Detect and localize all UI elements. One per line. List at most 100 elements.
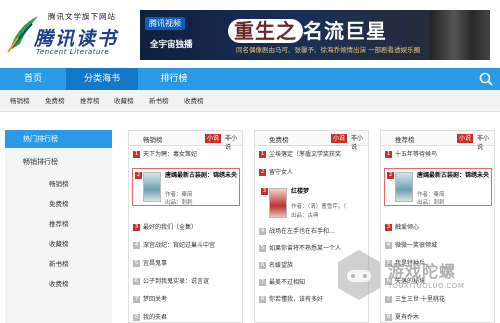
list-item[interactable]: 6 公子到我鬼实录：说言谊 [129,276,242,288]
rank-badge: 2 [387,172,394,179]
banner-cast-photo [430,10,490,60]
featured-author: 作者：秦简 [417,192,445,198]
logo-title: 腾讯读书 [34,28,119,50]
column-title: 推荐榜 [395,136,415,144]
list-item[interactable]: 1 十五年等待候鸟 [381,149,494,161]
sidebar-item-paid[interactable]: 收费榜 [49,278,69,288]
sidebar-item-free[interactable]: 免费榜 [49,198,69,208]
book-title: 我的夫君 [143,314,168,321]
rank-badge: 3 [261,188,268,195]
ranking-sidebar: 热门排行榜 畅销排行榜 畅销榜 免费榜 推荐榜 收藏榜 新书榜 收费榜 [5,130,112,323]
featured-book[interactable]: 2 唐嫣最新古装剧：锦绣未央 作者：秦简 出品：刺刺 [132,168,240,206]
featured-title: 唐嫣最新古装剧：锦绣未央 [165,172,238,179]
list-item[interactable]: 2 留守女人 [255,167,368,179]
list-item[interactable]: 5 宜昌鬼事 [129,258,242,270]
column-title: 畅销榜 [143,136,163,144]
tab-fiction[interactable]: 小说 [331,134,348,143]
featured-extra: 出品：刺刺 [417,200,445,206]
column-header: 免费榜 小说 非小说 [255,131,368,151]
rank-badge: 3 [133,224,140,231]
featured-author: 作者：（清）曹雪芹，（ [291,204,347,210]
subnav-new[interactable]: 新书榜 [149,90,169,112]
tab-nonfiction[interactable]: 非小说 [223,134,242,151]
book-title: 天下为聘：毒女策妃 [143,151,198,158]
nav-rankings[interactable]: 排行榜 [138,68,210,90]
featured-title: 唐嫣最新古装剧：锦绣未央 [417,172,490,179]
subnav-recommend[interactable]: 推荐榜 [80,90,100,112]
rank-badge: 4 [133,242,140,249]
sidebar-item-favorites[interactable]: 收藏榜 [49,238,69,248]
book-title: 梦回关考 [143,296,168,303]
rank-badge: 8 [259,296,266,303]
list-item[interactable]: 3 触爱倾心 [381,222,494,234]
book-title: 留守女人 [269,169,294,176]
rank-badge: 2 [135,172,142,179]
subnav-bestseller[interactable]: 畅销榜 [10,90,30,112]
ad-banner[interactable]: 腾讯视频 全宇宙独播 重生之 名流巨星 同名偶像剧由马可、张馨予、徐海乔倾情出演 … [140,10,490,60]
subnav-free[interactable]: 免费榜 [45,90,65,112]
list-item[interactable]: 7 梦回关考 [129,294,242,306]
book-title: 触爱倾心 [395,224,420,231]
featured-extra: 出品：刺刺 [165,200,193,206]
rank-badge: 4 [259,228,266,235]
rank-badge: 7 [133,296,140,303]
ranking-column-bestseller: 畅销榜 小说 非小说 1 天下为聘：毒女策妃 2 唐嫣最新古装剧：锦绣未央 作者：… [128,130,243,323]
book-title: 深宫战纪：官妃过巢斗中宫 [143,242,216,249]
tab-nonfiction[interactable]: 非小说 [349,134,368,151]
subnav-favorites[interactable]: 收藏榜 [114,90,134,112]
book-cover [269,188,287,218]
site-watermark: 游戏陀螺 YOUXITUOLUO.COM [330,240,500,320]
rank-badge: 6 [259,262,266,269]
column-title: 免费榜 [269,136,289,144]
book-cover [143,172,161,202]
book-title: 十五年等待候鸟 [395,151,438,158]
banner-brand: 腾讯视频 [145,17,185,30]
rank-badge: 5 [259,245,266,252]
site-logo[interactable]: 腾讯文学旗下网站 腾讯读书 Tencent Literature [6,8,136,60]
banner-description: 同名偶像剧由马可、张馨予、徐海乔倾情出演 一部剧看透娱乐圈 [236,46,421,54]
watermark-cn: 游戏陀螺 [388,262,457,281]
book-title: 战场在左手也在右手和… [269,228,336,235]
list-item[interactable]: 4 战场在左手也在右手和… [255,226,368,238]
book-title: 公子到我鬼实录：说言谊 [143,278,210,285]
rank-badge: 5 [133,260,140,267]
sidebar-item-recommend[interactable]: 推荐榜 [49,218,69,228]
banner-title-part-b: 名流巨星 [303,19,387,43]
sidebar-item-new[interactable]: 新书榜 [49,258,69,268]
rank-badge: 3 [385,224,392,231]
tab-fiction[interactable]: 小说 [457,134,474,143]
tab-nonfiction[interactable]: 非小说 [475,134,494,151]
book-title: 尘埃落定（茅盾文学奖获奖 [269,151,342,158]
list-item[interactable]: 4 深宫战纪：官妃过巢斗中宫 [129,240,242,252]
list-item[interactable]: 1 尘埃落定（茅盾文学奖获奖 [255,149,368,161]
rank-badge: 8 [133,314,140,321]
list-item[interactable]: 3 最好的我们（全集） [129,222,242,234]
sidebar-subheading[interactable]: 畅销排行榜 [23,157,58,167]
main-nav: 首页 分类海书 排行榜 [0,68,500,90]
featured-book[interactable]: 3 红楼梦 作者：（清）曹雪芹，（ 出品：古典 [258,184,366,222]
column-header: 推荐榜 小说 非小说 [381,131,494,151]
featured-author: 作者：秦简 [165,192,193,198]
sidebar-item-bestseller[interactable]: 畅销榜 [49,178,69,188]
tab-fiction[interactable]: 小说 [205,134,222,143]
rank-badge: 6 [133,278,140,285]
banner-title: 重生之 名流巨星 [228,15,387,44]
book-cover [395,172,413,202]
nav-home[interactable]: 首页 [0,68,66,90]
search-icon[interactable] [478,71,494,87]
list-item[interactable]: 1 天下为聘：毒女策妃 [129,149,242,161]
book-title: 最美不过相知 [269,279,306,286]
ranking-subnav: 畅销榜 免费榜 推荐榜 收藏榜 新书榜 收费榜 [0,90,500,112]
rank-badge: 2 [259,169,266,176]
featured-title: 红楼梦 [291,188,310,195]
rank-badge: 1 [259,151,266,158]
logo-english: Tencent Literature [36,48,110,56]
featured-book[interactable]: 2 唐嫣最新古装剧：锦绣未央 作者：秦简 出品：刺刺 [384,168,492,206]
book-title: 最好的我们（全集） [143,224,198,231]
logo-slogan: 腾讯文学旗下网站 [48,12,116,21]
rank-badge: 1 [133,151,140,158]
featured-extra: 出品：古典 [291,213,319,219]
list-item[interactable]: 8 我的夫君 [129,312,242,322]
nav-category[interactable]: 分类海书 [66,68,138,90]
subnav-paid[interactable]: 收费榜 [184,90,204,112]
